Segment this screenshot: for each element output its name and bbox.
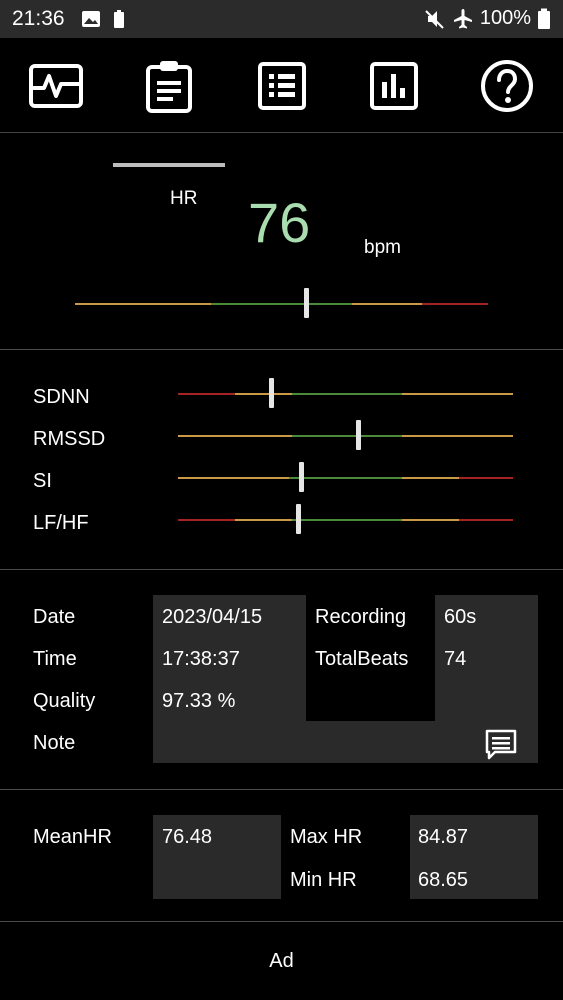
note-label: Note: [33, 732, 76, 754]
ad-label: Ad: [269, 949, 294, 972]
maxhr-label: Max HR: [290, 826, 363, 848]
airplane-icon: [453, 8, 472, 28]
time-label: Time: [33, 648, 77, 670]
gauge-segment-normal: [211, 303, 352, 305]
tab-report[interactable]: [141, 58, 197, 114]
divider: [0, 349, 563, 350]
tab-bar: [0, 38, 563, 167]
hr-value: 76: [248, 191, 311, 254]
status-bar: 21:36 100%: [0, 0, 563, 38]
minhr-value: 68.65: [418, 869, 469, 891]
comment-icon: [485, 729, 517, 760]
hr-gauge: [75, 288, 488, 318]
tab-list[interactable]: [254, 58, 310, 114]
sdnn-marker: [269, 378, 275, 408]
time-value: 17:38:37: [162, 648, 240, 670]
image-icon: [82, 11, 100, 27]
tab-help[interactable]: [479, 58, 535, 114]
battery-saver-icon: [114, 10, 124, 28]
lfhf-marker: [296, 504, 302, 534]
totalbeats-label: TotalBeats: [315, 648, 409, 670]
lfhf-gauge: [178, 504, 513, 534]
status-left-icons: [80, 9, 128, 34]
ad-banner[interactable]: Ad: [0, 922, 563, 1000]
hr-unit: bpm: [364, 237, 401, 258]
hr-label: HR: [170, 188, 198, 209]
si-gauge: [178, 462, 513, 492]
gauge-segment-high: [351, 303, 422, 305]
divider: [0, 789, 563, 790]
metric-label-sdnn: SDNN: [33, 386, 90, 408]
battery-icon: [538, 8, 550, 29]
battery-percent: 100%: [479, 7, 531, 29]
meanhr-label: MeanHR: [33, 826, 112, 848]
info-cell-note: [306, 721, 435, 763]
metric-label-rmssd: RMSSD: [33, 428, 106, 450]
gauge-segment-very-high: [421, 303, 488, 305]
list-icon: [258, 62, 306, 110]
si-marker: [299, 462, 305, 492]
quality-value: 97.33 %: [162, 690, 236, 712]
totalbeats-value: 74: [444, 648, 467, 670]
rmssd-gauge: [178, 420, 513, 450]
recording-label: Recording: [315, 606, 407, 628]
metric-label-si: SI: [33, 470, 52, 492]
tab-monitor[interactable]: [28, 58, 84, 114]
gauge-segment-low: [75, 303, 212, 305]
sdnn-gauge: [178, 378, 513, 408]
gauge-marker: [303, 288, 309, 318]
maxhr-value: 84.87: [418, 826, 469, 848]
active-tab-indicator: [113, 163, 225, 167]
status-right: 100%: [424, 7, 551, 30]
help-icon: [481, 60, 533, 112]
mute-icon: [425, 9, 444, 29]
date-value: 2023/04/15: [162, 606, 263, 628]
divider: [0, 569, 563, 570]
date-label: Date: [33, 606, 76, 628]
bar-chart-icon: [370, 62, 418, 110]
rmssd-marker: [356, 420, 362, 450]
note-button[interactable]: [484, 728, 518, 762]
meanhr-value: 76.48: [162, 826, 213, 848]
minhr-label: Min HR: [290, 869, 357, 891]
quality-label: Quality: [33, 690, 96, 712]
clipboard-icon: [146, 61, 192, 113]
metric-label-lfhf: LF/HF: [33, 512, 89, 534]
tab-statistics[interactable]: [366, 58, 422, 114]
pulse-icon: [29, 64, 83, 108]
recording-value: 60s: [444, 606, 477, 628]
status-time: 21:36: [12, 7, 65, 30]
